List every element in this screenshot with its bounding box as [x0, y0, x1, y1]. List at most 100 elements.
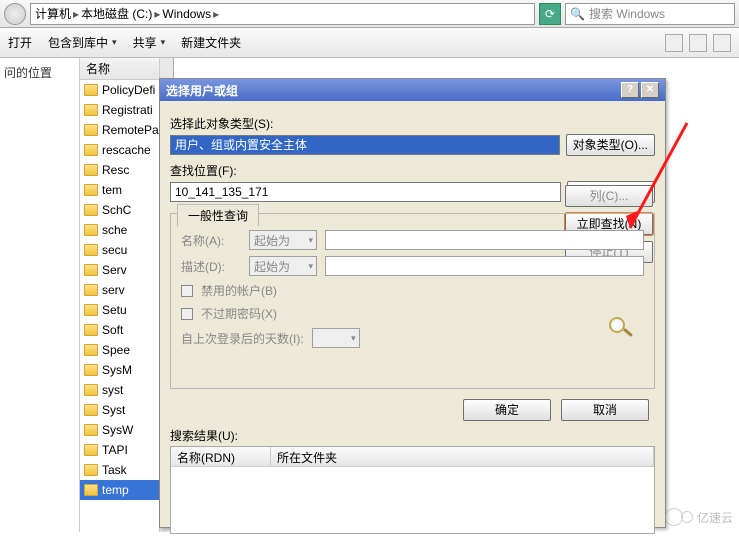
- list-item-label: Spee: [102, 343, 130, 357]
- list-item[interactable]: Soft: [80, 320, 159, 340]
- list-item-label: SysM: [102, 363, 132, 377]
- columns-button[interactable]: 列(C)...: [565, 185, 653, 207]
- cancel-button[interactable]: 取消: [561, 399, 649, 421]
- folder-icon: [84, 164, 98, 176]
- list-item[interactable]: Registrati: [80, 100, 159, 120]
- list-item[interactable]: RemotePack: [80, 120, 159, 140]
- list-item[interactable]: SchC: [80, 200, 159, 220]
- folder-icon: [84, 364, 98, 376]
- breadcrumb[interactable]: 计算机 ▸ 本地磁盘 (C:) ▸ Windows ▸: [30, 3, 535, 25]
- list-item[interactable]: secu: [80, 240, 159, 260]
- nav-back-button[interactable]: [4, 3, 26, 25]
- folder-icon: [84, 204, 98, 216]
- list-item[interactable]: PolicyDefi: [80, 80, 159, 100]
- folder-icon: [84, 404, 98, 416]
- last-logon-label: 自上次登录后的天数(I):: [181, 330, 304, 347]
- magnifier-icon: [607, 315, 637, 339]
- breadcrumb-computer[interactable]: 计算机: [35, 5, 71, 22]
- results-col-rdn[interactable]: 名称(RDN): [171, 447, 271, 466]
- toolbar-open[interactable]: 打开: [8, 34, 32, 51]
- list-item-label: Serv: [102, 263, 127, 277]
- folder-icon: [84, 144, 98, 156]
- list-item[interactable]: TAPI: [80, 440, 159, 460]
- dialog-titlebar[interactable]: 选择用户或组 ? ✕: [160, 79, 665, 101]
- watermark-text: 亿速云: [697, 509, 733, 526]
- object-type-field[interactable]: 用户、组或内置安全主体: [170, 135, 560, 155]
- desc-label: 描述(D):: [181, 258, 241, 275]
- disabled-accounts-checkbox[interactable]: [181, 285, 193, 297]
- list-item[interactable]: syst: [80, 380, 159, 400]
- last-logon-combo[interactable]: [312, 328, 360, 348]
- toolbar-include-library[interactable]: 包含到库中: [48, 34, 117, 51]
- folder-icon: [84, 244, 98, 256]
- desc-input[interactable]: [325, 256, 644, 276]
- list-item-label: syst: [102, 383, 123, 397]
- list-item[interactable]: tem: [80, 180, 159, 200]
- dialog-close-button[interactable]: ✕: [641, 82, 659, 98]
- list-item[interactable]: SysW: [80, 420, 159, 440]
- dialog-help-button[interactable]: ?: [621, 82, 639, 98]
- common-queries-tab[interactable]: 一般性查询: [177, 204, 259, 226]
- list-item[interactable]: Spee: [80, 340, 159, 360]
- folder-icon: [84, 284, 98, 296]
- breadcrumb-folder[interactable]: Windows: [162, 7, 211, 21]
- dialog-title-text: 选择用户或组: [166, 82, 238, 99]
- list-item-label: secu: [102, 243, 127, 257]
- location-field[interactable]: 10_141_135_171: [170, 182, 561, 202]
- name-label: 名称(A):: [181, 232, 241, 249]
- desc-match-combo[interactable]: 起始为: [249, 256, 317, 276]
- refresh-button[interactable]: ⟳: [539, 3, 561, 25]
- select-users-dialog: 选择用户或组 ? ✕ 选择此对象类型(S): 用户、组或内置安全主体 对象类型(…: [159, 78, 666, 528]
- toolbar-new-folder[interactable]: 新建文件夹: [181, 34, 241, 51]
- list-item-label: SysW: [102, 423, 133, 437]
- toolbar: 打开 包含到库中 共享 新建文件夹: [0, 28, 739, 58]
- list-item-label: tem: [102, 183, 122, 197]
- list-item-label: Soft: [102, 323, 123, 337]
- list-item[interactable]: Syst: [80, 400, 159, 420]
- folder-icon: [84, 124, 98, 136]
- list-item-label: sche: [102, 223, 127, 237]
- view-options-icon[interactable]: [665, 34, 683, 52]
- nav-location[interactable]: 问的位置: [4, 64, 75, 81]
- toolbar-share[interactable]: 共享: [133, 34, 166, 51]
- folder-icon: [84, 464, 98, 476]
- folder-icon: [84, 184, 98, 196]
- folder-icon: [84, 444, 98, 456]
- file-list-pane: 名称 PolicyDefi RegistratiRemotePack rescach…: [80, 58, 160, 532]
- breadcrumb-disk[interactable]: 本地磁盘 (C:): [81, 5, 152, 22]
- list-item[interactable]: temp: [80, 480, 159, 500]
- preview-pane-icon[interactable]: [689, 34, 707, 52]
- list-item-label: TAPI: [102, 443, 128, 457]
- chevron-right-icon: ▸: [154, 7, 160, 21]
- folder-icon: [84, 264, 98, 276]
- list-item[interactable]: SysM: [80, 360, 159, 380]
- address-bar: 计算机 ▸ 本地磁盘 (C:) ▸ Windows ▸ ⟳ 🔍 搜索 Windo…: [0, 0, 739, 28]
- file-list[interactable]: PolicyDefi RegistratiRemotePack rescache Re…: [80, 80, 159, 500]
- name-match-combo[interactable]: 起始为: [249, 230, 317, 250]
- results-col-folder[interactable]: 所在文件夹: [271, 447, 654, 466]
- common-queries-group: 一般性查询 名称(A): 起始为 描述(D): 起始为 禁用的帐户(B) 不过期…: [170, 213, 655, 389]
- search-input[interactable]: 🔍 搜索 Windows: [565, 3, 735, 25]
- search-icon: 🔍: [570, 7, 585, 21]
- list-item[interactable]: Serv: [80, 260, 159, 280]
- column-header-name[interactable]: 名称: [80, 58, 159, 80]
- list-item[interactable]: Resc: [80, 160, 159, 180]
- list-item[interactable]: Setu: [80, 300, 159, 320]
- list-item-label: Resc: [102, 163, 129, 177]
- name-input[interactable]: [325, 230, 644, 250]
- folder-icon: [84, 484, 98, 496]
- list-item[interactable]: sche: [80, 220, 159, 240]
- help-icon[interactable]: [713, 34, 731, 52]
- list-item-label: rescache: [102, 143, 151, 157]
- object-type-button[interactable]: 对象类型(O)...: [566, 134, 655, 156]
- object-type-label: 选择此对象类型(S):: [170, 115, 655, 132]
- list-item[interactable]: rescache: [80, 140, 159, 160]
- watermark: 亿速云: [665, 508, 733, 526]
- nav-pane: 问的位置: [0, 58, 80, 532]
- ok-button[interactable]: 确定: [463, 399, 551, 421]
- list-item-label: PolicyDefi: [102, 83, 155, 97]
- list-item[interactable]: serv: [80, 280, 159, 300]
- search-results-list[interactable]: 名称(RDN) 所在文件夹: [170, 446, 655, 534]
- list-item[interactable]: Task: [80, 460, 159, 480]
- password-noexpire-checkbox[interactable]: [181, 308, 193, 320]
